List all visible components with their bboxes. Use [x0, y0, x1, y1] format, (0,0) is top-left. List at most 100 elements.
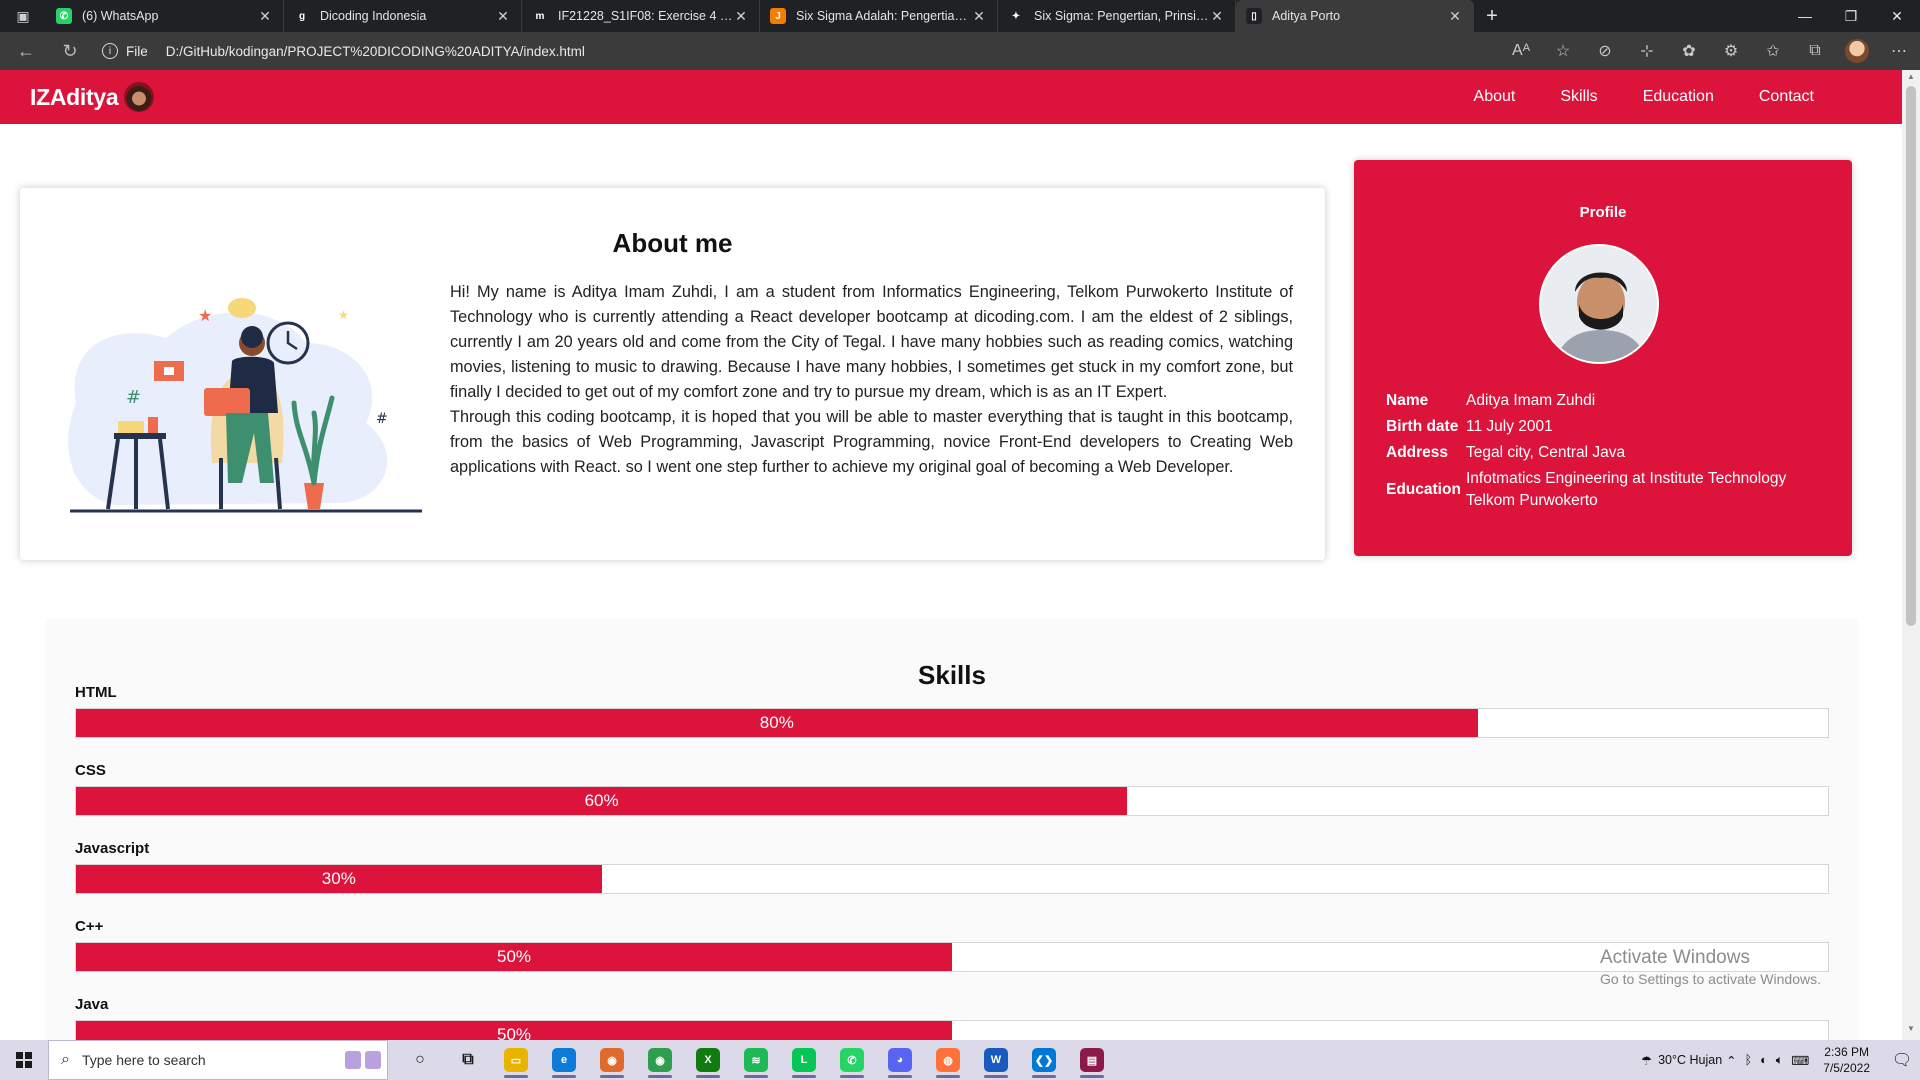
show-hidden-icons-icon[interactable]: ⌃ — [1726, 1053, 1736, 1068]
url-scheme: File — [126, 43, 148, 59]
profile-card: Profile Name Aditya Imam Zuhdi Birth date 1… — [1354, 160, 1852, 556]
file-explorer-icon[interactable]: ▭ — [492, 1040, 540, 1080]
restore-icon[interactable]: ❐ — [1828, 0, 1874, 32]
discord-icon[interactable]: ◕ — [876, 1040, 924, 1080]
firefox-glyph: ◍ — [936, 1048, 960, 1072]
chrome-icon[interactable]: ◉ — [636, 1040, 684, 1080]
profile-row: Education Infotmatics Engineering at Inst… — [1386, 466, 1826, 514]
read-aloud-icon[interactable]: Aᴬ — [1500, 42, 1542, 60]
page-scrollbar[interactable]: ▲ ▼ — [1902, 70, 1920, 1040]
site-info-icon[interactable]: i — [102, 43, 118, 59]
close-window-icon[interactable]: ✕ — [1874, 0, 1920, 32]
tab-actions-menu-icon[interactable]: ▣ — [0, 0, 46, 32]
profile-photo — [1539, 244, 1659, 364]
keyboard-icon[interactable]: ⌨ — [1791, 1053, 1809, 1068]
favorites-icon[interactable]: ✩ — [1752, 41, 1794, 61]
url-field[interactable]: i File D:/GitHub/kodingan/PROJECT%20DICO… — [102, 36, 1402, 66]
extension-1-icon[interactable]: ⊹ — [1626, 41, 1668, 61]
page-icon: ▯ — [1246, 8, 1262, 24]
skills-section: Skills HTML 80% CSS 60% Javascript 30% C++ 50% J… — [46, 618, 1858, 1040]
close-tab-icon[interactable]: ✕ — [257, 8, 273, 25]
nav-link-education[interactable]: Education — [1643, 88, 1714, 106]
skill-item: Java 50% — [75, 996, 1829, 1040]
tracking-prevention-icon[interactable]: ⊘ — [1584, 41, 1626, 61]
edge-icon[interactable]: e — [540, 1040, 588, 1080]
brand-text: IZAditya — [30, 83, 119, 110]
close-tab-icon[interactable]: ✕ — [733, 8, 749, 25]
browser-tab[interactable]: J Six Sigma Adalah: Pengertian, M ✕ — [760, 0, 998, 32]
notification-center-icon[interactable]: 🗨︎ — [1884, 1040, 1920, 1080]
minimize-icon[interactable]: — — [1782, 0, 1828, 32]
dicoding-icon: g — [294, 8, 310, 24]
browser-tab[interactable]: ▯ Aditya Porto ✕ — [1236, 0, 1474, 32]
scrollbar-thumb[interactable] — [1906, 86, 1916, 626]
activate-windows-watermark: Activate Windows Go to Settings to activ… — [1600, 947, 1821, 987]
profile-label: Education — [1386, 481, 1461, 498]
browser-tab-title: Dicoding Indonesia — [320, 9, 427, 23]
scroll-down-icon[interactable]: ▼ — [1902, 1024, 1920, 1038]
close-tab-icon[interactable]: ✕ — [1209, 8, 1225, 25]
windows-logo-icon — [16, 1052, 32, 1068]
vscode-icon[interactable]: ❮❯ — [1020, 1040, 1068, 1080]
extension-2-icon[interactable]: ✿ — [1668, 41, 1710, 61]
browser-tab[interactable]: ✦ Six Sigma: Pengertian, Prinsip, M ✕ — [998, 0, 1236, 32]
scroll-up-icon[interactable]: ▲ — [1902, 72, 1920, 86]
moodle-icon: m — [532, 8, 548, 24]
nav-link-about[interactable]: About — [1474, 88, 1516, 106]
chrome-canary-icon[interactable]: ◉ — [588, 1040, 636, 1080]
back-button[interactable]: ← — [8, 36, 44, 66]
site-brand[interactable]: IZAditya — [30, 82, 155, 112]
new-tab-button[interactable]: + — [1474, 0, 1510, 32]
network-icon[interactable]: ◐ — [1760, 1053, 1768, 1067]
skill-progress-fill: 50% — [76, 1021, 952, 1040]
vscode-glyph: ❮❯ — [1032, 1048, 1056, 1072]
whatsapp-icon: ✆ — [56, 8, 72, 24]
nav-link-contact[interactable]: Contact — [1759, 88, 1814, 106]
taskbar-clock[interactable]: 2:36 PM 7/5/2022 — [1823, 1044, 1870, 1076]
add-favorite-icon[interactable]: ☆ — [1542, 41, 1584, 61]
close-tab-icon[interactable]: ✕ — [495, 8, 511, 25]
about-description: Hi! My name is Aditya Imam Zuhdi, I am a… — [450, 280, 1293, 480]
start-button[interactable] — [0, 1052, 48, 1068]
line-icon[interactable]: L — [780, 1040, 828, 1080]
close-tab-icon[interactable]: ✕ — [971, 8, 987, 25]
task-view-icon[interactable]: ⧉ — [444, 1040, 492, 1080]
bluetooth-icon[interactable]: ᛒ — [1745, 1053, 1753, 1067]
settings-more-icon[interactable]: ⋯ — [1878, 41, 1920, 61]
skill-name: Javascript — [75, 840, 150, 857]
profile-value: Infotmatics Engineering at Institute Tec… — [1466, 470, 1787, 509]
firefox-icon[interactable]: ◍ — [924, 1040, 972, 1080]
spotify-icon[interactable]: ≋ — [732, 1040, 780, 1080]
browser-tab[interactable]: m IF21228_S1IF08: Exercise 4 - Soft ✕ — [522, 0, 760, 32]
system-tray: ☂ 30°C Hujan ⌃ ᛒ ◐ 🔈︎ ⌨ 2:36 PM 7/5/2022… — [1641, 1040, 1920, 1080]
weather-icon[interactable]: ☂ — [1641, 1053, 1652, 1068]
site-navbar: IZAditya About Skills Education Contact — [0, 70, 1902, 124]
cortana-icon[interactable]: ○ — [396, 1040, 444, 1080]
taskbar-search-box[interactable]: ⌕ Type here to search — [48, 1040, 388, 1080]
svg-text:#: # — [126, 387, 141, 408]
close-tab-icon[interactable]: ✕ — [1447, 8, 1463, 25]
browser-tab-title: Aditya Porto — [1272, 9, 1341, 23]
about-paragraph-2: Through this coding bootcamp, it is hope… — [450, 408, 1293, 476]
svg-text:★: ★ — [338, 308, 349, 322]
winrar-icon[interactable]: ▤ — [1068, 1040, 1116, 1080]
svg-text:★: ★ — [198, 306, 212, 325]
word-icon[interactable]: W — [972, 1040, 1020, 1080]
skill-progress-bar: 80% — [75, 708, 1829, 738]
xbox-icon[interactable]: X — [684, 1040, 732, 1080]
profile-label: Address — [1386, 444, 1449, 461]
volume-icon[interactable]: 🔈︎ — [1776, 1053, 1784, 1068]
extensions-icon[interactable]: ⚙ — [1710, 41, 1752, 61]
window-controls: — ❐ ✕ — [1782, 0, 1920, 32]
url-text[interactable]: D:/GitHub/kodingan/PROJECT%20DICODING%20… — [166, 44, 585, 59]
profile-avatar[interactable] — [1845, 39, 1869, 63]
browser-tab[interactable]: g Dicoding Indonesia ✕ — [284, 0, 522, 32]
weather-text[interactable]: 30°C Hujan — [1658, 1053, 1722, 1067]
about-title: About me — [612, 228, 733, 258]
refresh-button[interactable]: ↻ — [52, 36, 88, 66]
browser-tab[interactable]: ✆ (6) WhatsApp ✕ — [46, 0, 284, 32]
collections-icon[interactable]: ⧉ — [1794, 42, 1836, 60]
whatsapp-icon[interactable]: ✆ — [828, 1040, 876, 1080]
taskbar-pinned-apps: ○ ⧉ ▭ e ◉ ◉ X ≋ L ✆ ◕ ◍ W ❮❯ ▤ — [396, 1040, 1116, 1080]
nav-link-skills[interactable]: Skills — [1560, 88, 1597, 106]
